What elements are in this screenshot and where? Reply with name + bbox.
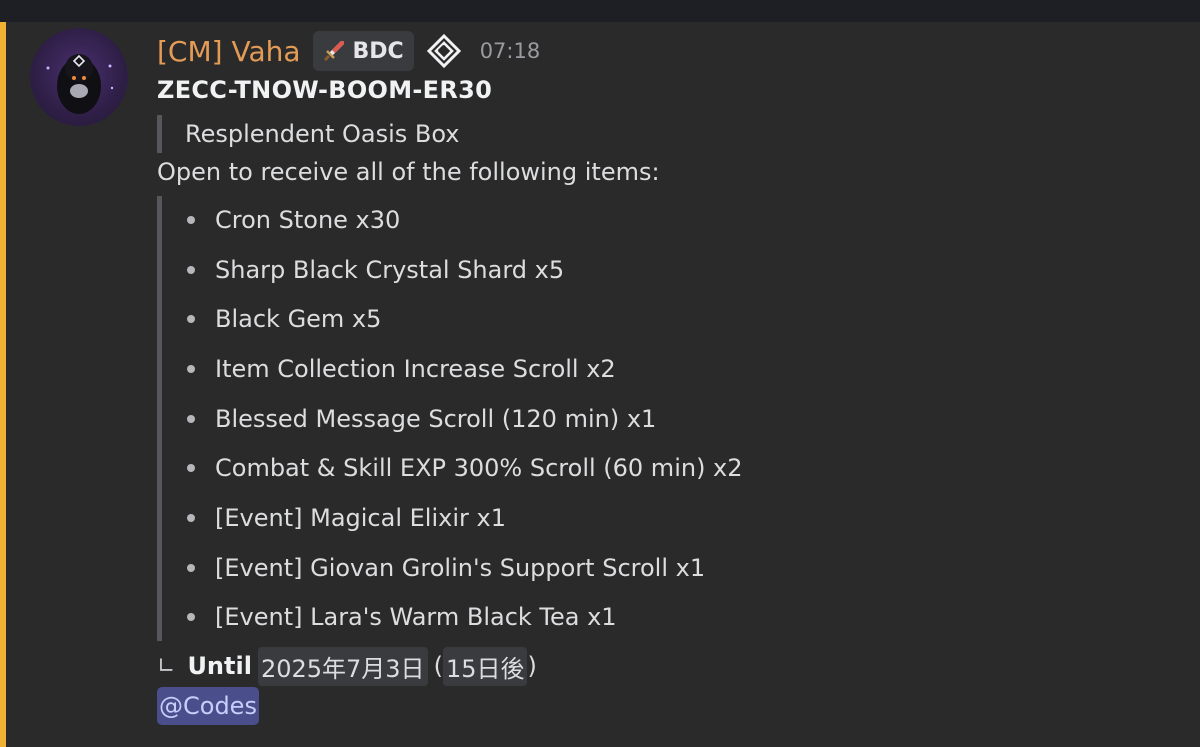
item-text: Black Gem x5: [215, 305, 382, 334]
relative-close-paren: ): [527, 652, 537, 680]
highlight-accent-bar: [0, 22, 6, 747]
list-item: [Event] Lara's Warm Black Tea x1: [185, 593, 743, 643]
author-name[interactable]: [CM] Vaha: [157, 35, 301, 68]
item-text: Sharp Black Crystal Shard x5: [215, 255, 565, 284]
list-item: Cron Stone x30: [185, 195, 743, 245]
bullet-icon: [187, 464, 195, 473]
item-text: [Event] Lara's Warm Black Tea x1: [215, 603, 617, 632]
role-mention[interactable]: @Codes: [157, 687, 259, 725]
relative-open-paren: (: [433, 652, 443, 680]
sword-icon: [321, 38, 347, 64]
item-text: Item Collection Increase Scroll x2: [215, 354, 616, 383]
list-item: Sharp Black Crystal Shard x5: [185, 245, 743, 295]
diamond-logo-icon: [426, 33, 462, 69]
item-text: [Event] Magical Elixir x1: [215, 503, 506, 532]
bullet-icon: [187, 215, 195, 224]
avatar[interactable]: [30, 28, 128, 126]
until-line: ∟ Until 2025年7月3日 ( 15日後 ): [157, 645, 537, 687]
bullet-icon: [187, 265, 195, 274]
list-item: Item Collection Increase Scroll x2: [185, 344, 743, 394]
relative-time[interactable]: 15日後: [442, 646, 528, 686]
bullet-icon: [187, 364, 195, 373]
box-name: Resplendent Oasis Box: [185, 120, 460, 148]
message-header: [CM] Vaha BDC 07:18: [157, 28, 540, 74]
list-item: Blessed Message Scroll (120 min) x1: [185, 394, 743, 444]
item-text: Combat & Skill EXP 300% Scroll (60 min) …: [215, 454, 743, 483]
list-item: [Event] Magical Elixir x1: [185, 493, 743, 543]
until-date[interactable]: 2025年7月3日: [257, 646, 428, 686]
item-text: Blessed Message Scroll (120 min) x1: [215, 404, 657, 433]
list-item: Black Gem x5: [185, 294, 743, 344]
bullet-icon: [187, 414, 195, 423]
bullet-icon: [187, 315, 195, 324]
avatar-image: [46, 54, 114, 114]
message-timestamp[interactable]: 07:18: [480, 39, 541, 63]
list-item: [Event] Giovan Grolin's Support Scroll x…: [185, 543, 743, 593]
redeem-code: ZECC-TNOW-BOOM-ER30: [157, 76, 493, 104]
intro-text: Open to receive all of the following ite…: [157, 158, 660, 186]
items-quote-bar: [157, 196, 162, 641]
server-tag-label: BDC: [352, 38, 404, 64]
item-list: Cron Stone x30 Sharp Black Crystal Shard…: [185, 195, 743, 642]
item-text: [Event] Giovan Grolin's Support Scroll x…: [215, 553, 706, 582]
server-tag-badge[interactable]: BDC: [312, 31, 414, 71]
corner-arrow-icon: ∟: [157, 653, 176, 679]
box-name-quote: Resplendent Oasis Box: [157, 115, 460, 153]
bullet-icon: [187, 613, 195, 622]
bullet-icon: [187, 513, 195, 522]
item-text: Cron Stone x30: [215, 205, 401, 234]
bullet-icon: [187, 563, 195, 572]
until-label: Until: [187, 652, 252, 680]
top-bar: [0, 0, 1200, 22]
list-item: Combat & Skill EXP 300% Scroll (60 min) …: [185, 443, 743, 493]
